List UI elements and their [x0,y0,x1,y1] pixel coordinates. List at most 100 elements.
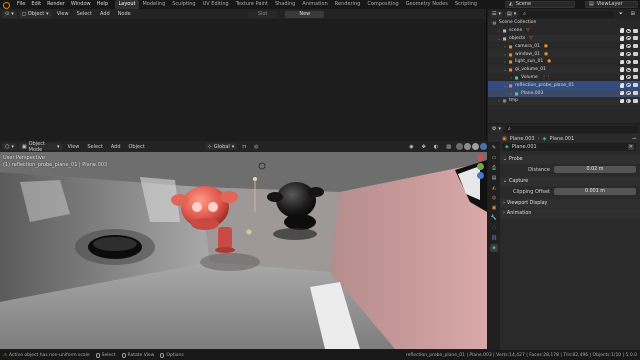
axis-x-icon[interactable] [477,154,484,161]
exclude-checkbox[interactable] [619,50,624,57]
pin-icon[interactable]: ⊸ [632,136,636,142]
exclude-checkbox[interactable] [619,97,624,104]
clipping-field[interactable]: 0.001 m [554,188,636,195]
scene-tab-icon[interactable]: ◭ [490,184,498,192]
upper-menu-select[interactable]: Select [74,11,95,17]
vp-menu-select[interactable]: Select [84,144,105,150]
camera-render-icon[interactable] [633,91,638,96]
exclude-checkbox[interactable] [619,66,624,72]
camera-render-icon[interactable] [633,52,638,57]
filter-icon[interactable]: ⏷ [616,11,626,17]
outliner-row[interactable]: ⌄ ■ reflection_probe_plane_01 [488,81,640,90]
menu-render[interactable]: Render [44,0,68,9]
axis-z-icon[interactable] [477,172,484,179]
exclude-checkbox[interactable] [619,34,624,41]
scene-selector[interactable]: ◭ Scene [505,1,575,8]
tab-shading[interactable]: Shading [271,0,298,9]
outliner-row[interactable]: › ■ scene ▽ [488,27,640,35]
shader-type-dropdown[interactable]: ◻ Object ▾ [18,10,52,18]
exclude-checkbox[interactable] [619,58,624,65]
eye-icon[interactable] [626,28,631,33]
tab-texture-paint[interactable]: Texture Paint [232,0,271,9]
properties-editor-type[interactable]: ⚙ ▾ [490,125,503,133]
overlay-icon[interactable]: ◐ [431,144,441,150]
visibility-icon[interactable]: ◉ [406,144,416,150]
view-layer-selector[interactable]: ▤ ViewLayer [585,1,638,8]
tab-modeling[interactable]: Modeling [139,0,169,9]
new-material-button[interactable]: New [285,10,325,18]
outliner-row[interactable]: › ■ window_01 ● [488,50,640,58]
output-tab-icon[interactable]: ⎙ [490,164,498,172]
tab-animation[interactable]: Animation [299,0,332,9]
panel-viewport-display[interactable]: › Viewport Display [500,199,640,208]
tab-uv-editing[interactable]: UV Editing [199,0,232,9]
3d-viewport[interactable]: User Perspective (1) reflection_probe_pl… [0,152,487,349]
solid-shading-icon[interactable] [463,143,471,150]
camera-render-icon[interactable] [633,59,638,64]
upper-menu-add[interactable]: Add [97,11,113,17]
exclude-checkbox[interactable] [619,73,624,80]
transform-orientation-dropdown[interactable]: ⊹ Global ▾ [204,143,238,150]
upper-menu-view[interactable]: View [54,11,72,17]
view-layer-tab-icon[interactable]: ▤ [490,174,498,182]
outliner-row[interactable]: › ■ tmp [488,97,640,105]
camera-render-icon[interactable] [633,83,638,88]
exclude-checkbox[interactable] [619,81,624,88]
outliner-row[interactable]: › ■ camera_01 ● [488,42,640,50]
editor-type-dropdown[interactable]: ⊙ ▾ [2,10,17,18]
eye-icon[interactable] [626,44,631,49]
physics-tab-icon[interactable]: ◌ [490,224,498,232]
blender-logo-icon[interactable] [2,1,10,9]
probe-data-tab-icon[interactable]: ◈ [490,244,498,252]
tab-rendering[interactable]: Rendering [331,0,364,9]
camera-render-icon[interactable] [633,44,638,49]
snap-icon[interactable]: ⊓ [239,144,249,150]
wireframe-shading-icon[interactable] [455,143,463,150]
material-shading-icon[interactable] [471,143,479,150]
exclude-checkbox[interactable] [619,42,624,49]
tool-tab-icon[interactable]: ✎ [490,144,498,152]
render-tab-icon[interactable]: ▭ [490,154,498,162]
eye-icon[interactable] [626,52,631,57]
outliner-row-root[interactable]: ▤ Scene Collection [488,19,640,27]
properties-search-input[interactable]: ⌕ [505,125,638,133]
datablock-selector[interactable]: ◈ Plane.001 ✕ [502,143,636,151]
exclude-checkbox[interactable] [619,27,624,33]
eye-icon[interactable] [626,75,631,80]
slot-selector[interactable]: Slot [247,10,278,18]
vp-menu-object[interactable]: Object [126,144,148,150]
outliner-editor-type[interactable]: ☰ ▾ [490,10,503,18]
menu-help[interactable]: Help [94,0,111,9]
menu-window[interactable]: Window [68,0,94,9]
eye-icon[interactable] [626,67,631,72]
axis-y-icon[interactable] [477,163,484,170]
eye-icon[interactable] [626,83,631,88]
eye-icon[interactable] [626,36,631,41]
proportional-edit-icon[interactable]: ◎ [251,144,261,150]
camera-render-icon[interactable] [633,67,638,72]
distance-field[interactable]: 0.02 m [554,166,636,173]
fake-user-icon[interactable]: ✕ [627,144,634,150]
camera-render-icon[interactable] [633,36,638,41]
mode-dropdown[interactable]: ▣ Object Mode ▾ [18,141,63,153]
exclude-checkbox[interactable] [619,89,624,96]
constraints-tab-icon[interactable]: ⛓ [490,234,498,242]
menu-edit[interactable]: Edit [28,0,44,9]
vp-menu-view[interactable]: View [65,144,83,150]
outliner-row[interactable]: › ■ Volume ⋮⋮ [488,73,640,82]
panel-capture[interactable]: ⌄ Capture [500,177,640,186]
outliner-row[interactable]: › ■ light_sun_01 ● [488,58,640,66]
display-mode-dropdown[interactable]: ▤ ▾ [505,10,519,18]
modifier-tab-icon[interactable]: 🔧 [490,214,498,222]
eye-icon[interactable] [626,98,631,103]
upper-menu-node[interactable]: Node [115,11,134,17]
tab-layout[interactable]: Layout [115,0,139,9]
panel-probe[interactable]: ⌄ Probe [500,155,640,164]
eye-icon[interactable] [626,59,631,64]
camera-render-icon[interactable] [633,98,638,103]
world-tab-icon[interactable]: ◍ [490,194,498,202]
gizmo-icon[interactable]: ✥ [419,144,429,150]
tab-geometry-nodes[interactable]: Geometry Nodes [402,0,451,9]
menu-file[interactable]: File [14,0,28,9]
outliner-row[interactable]: ⌄ ■ objects ▽ [488,34,640,43]
